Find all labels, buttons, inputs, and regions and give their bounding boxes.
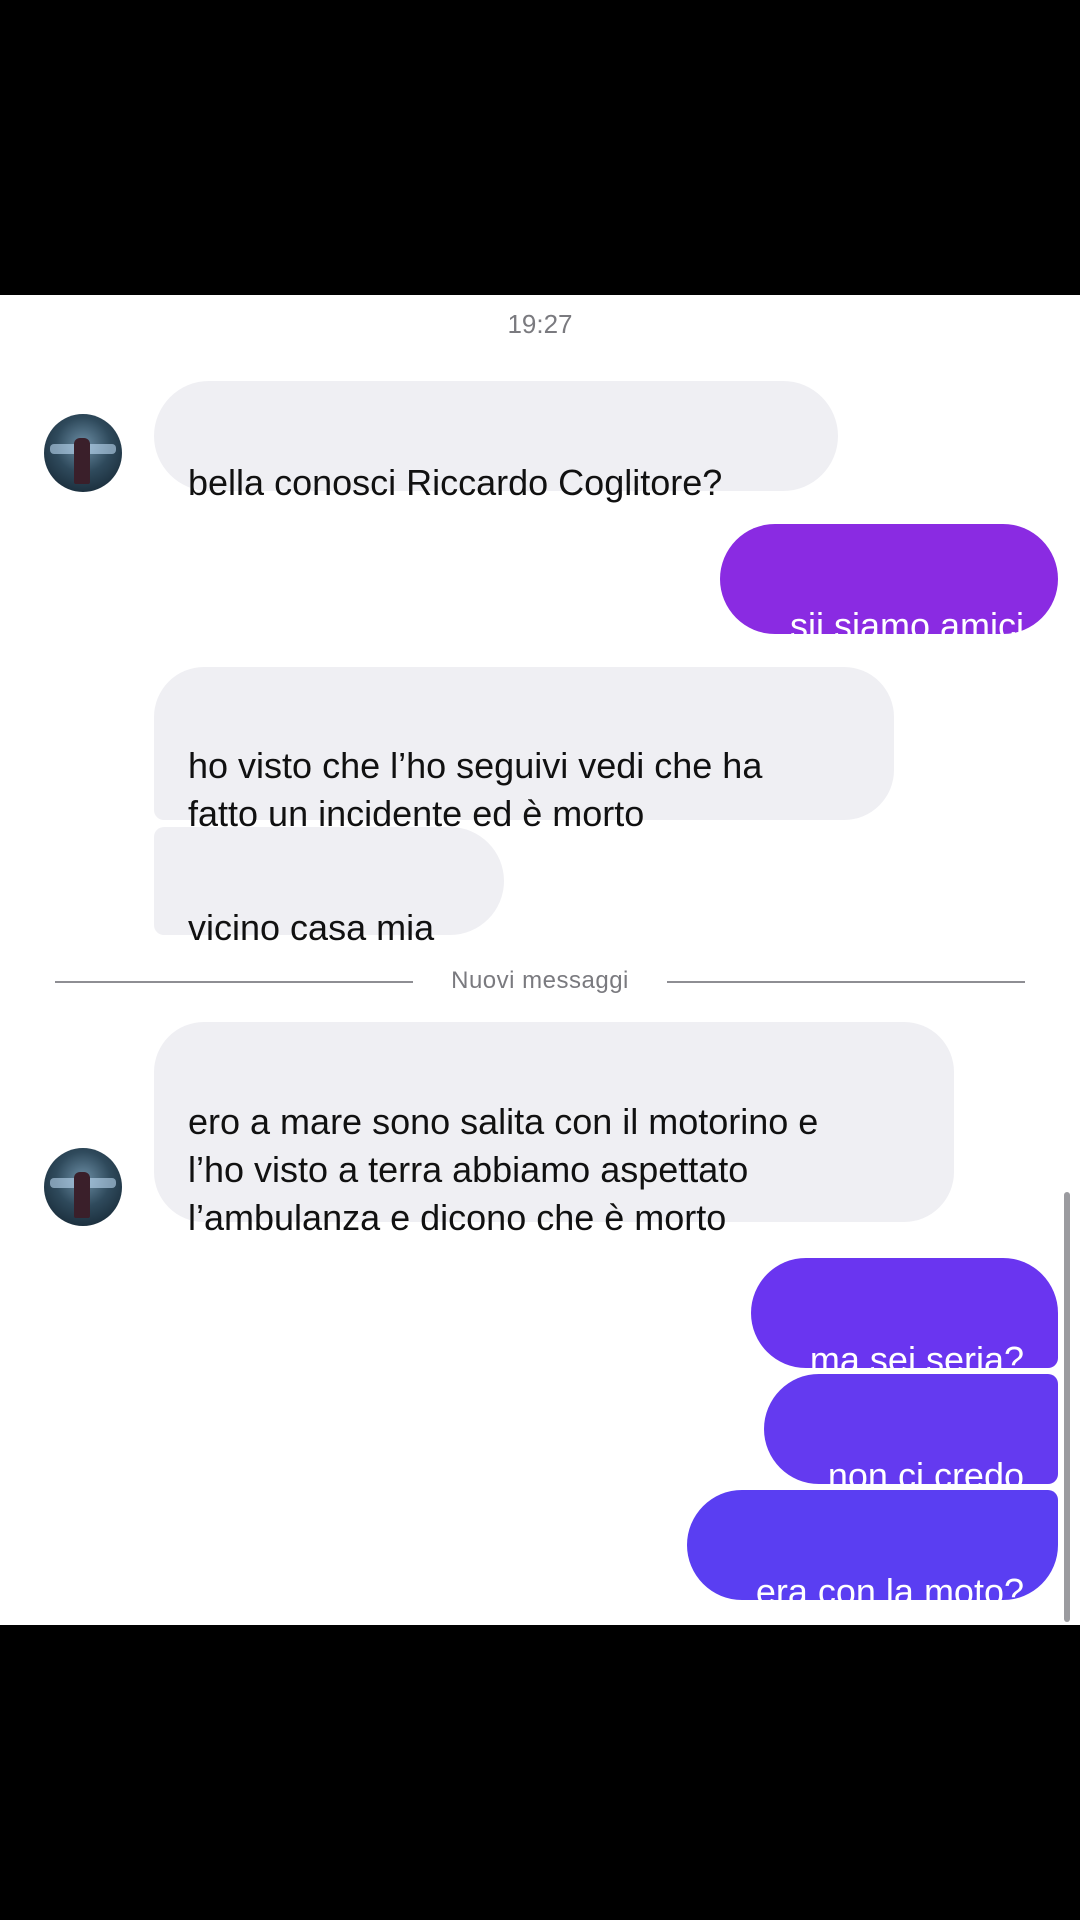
incoming-message-bubble[interactable]: vicino casa mia	[154, 827, 504, 948]
message-text: vicino casa mia	[188, 907, 435, 948]
new-messages-divider: Nuovi messaggi	[55, 967, 1025, 997]
message-text: bella conosci Riccardo Coglitore?	[188, 462, 723, 503]
sender-avatar[interactable]	[44, 414, 122, 492]
avatar-photo-figure	[74, 1172, 90, 1218]
chat-thread[interactable]: 19:27 bella conosci Riccardo Coglitore? …	[0, 295, 1080, 1625]
incoming-message-bubble[interactable]: bella conosci Riccardo Coglitore?	[154, 381, 838, 503]
outgoing-message-bubble[interactable]: ma sei seria?	[751, 1258, 1058, 1380]
incoming-message-bubble[interactable]: ho visto che l’ho seguivi vedi che ha fa…	[154, 667, 894, 834]
avatar-photo-figure	[74, 438, 90, 484]
screen: 19:27 bella conosci Riccardo Coglitore? …	[0, 0, 1080, 1920]
outgoing-message-bubble[interactable]: sii,siamo amici	[720, 524, 1058, 646]
incoming-message-bubble[interactable]: ero a mare sono salita con il motorino e…	[154, 1022, 954, 1238]
message-text: era con la moto?	[755, 1571, 1024, 1612]
message-text: sii,siamo amici	[789, 605, 1024, 646]
sender-avatar[interactable]	[44, 1148, 122, 1226]
scrollbar[interactable]	[1064, 1192, 1070, 1622]
outgoing-message-bubble[interactable]: non ci credo	[764, 1374, 1058, 1496]
message-text: ho visto che l’ho seguivi vedi che ha fa…	[188, 745, 763, 834]
divider-line-right	[667, 981, 1025, 983]
outgoing-message-bubble[interactable]: era con la moto?	[687, 1490, 1058, 1612]
message-timestamp: 19:27	[507, 309, 573, 339]
message-text: ero a mare sono salita con il motorino e…	[188, 1101, 819, 1238]
